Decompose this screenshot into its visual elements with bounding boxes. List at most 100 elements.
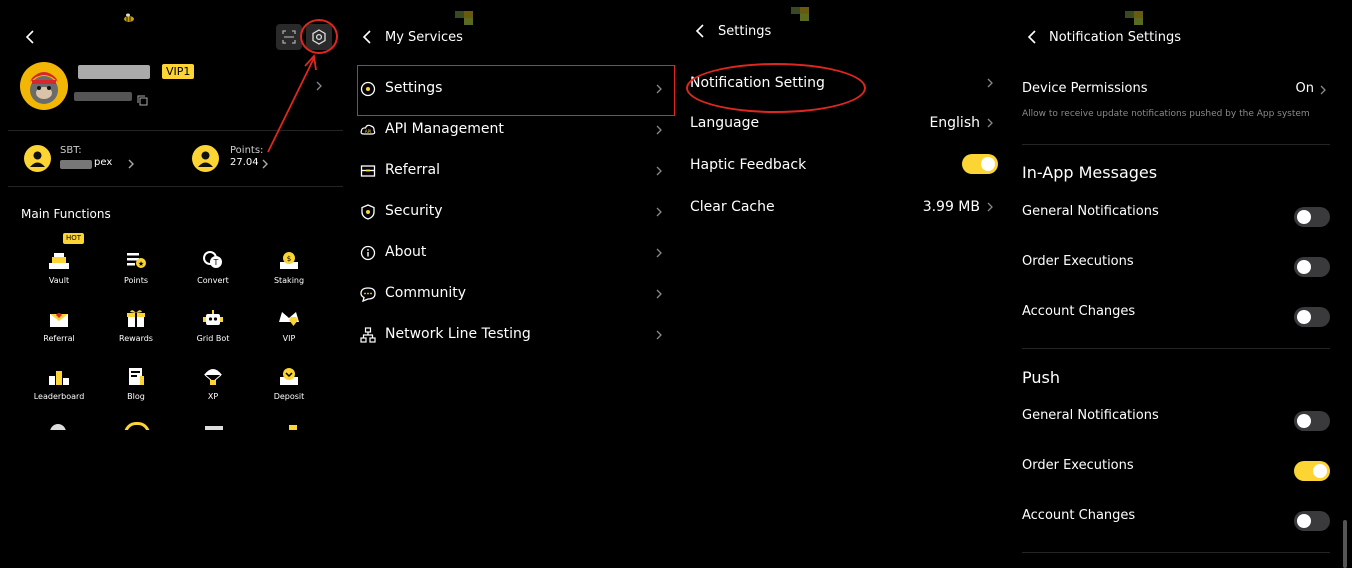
function-referral[interactable]: Referral [29, 308, 89, 343]
staking-icon: $ [278, 250, 300, 270]
document-icon [125, 366, 147, 386]
svg-text:$: $ [287, 255, 291, 263]
in-app-general-notifications-row: General Notifications [1008, 202, 1352, 238]
chevron-right-icon [654, 166, 664, 176]
function-staking[interactable]: $ Staking [259, 250, 319, 285]
function-vip[interactable]: VIP [259, 308, 319, 343]
device-permissions-description: Allow to receive update notifications pu… [1022, 109, 1310, 119]
clear-cache-label: Clear Cache [690, 199, 775, 215]
function-xp[interactable]: XP [183, 366, 243, 401]
svg-text:★: ★ [138, 260, 144, 268]
chevron-right-icon [654, 330, 664, 340]
in-app-account-changes-row: Account Changes [1008, 302, 1352, 338]
chevron-right-icon [654, 207, 664, 217]
function-deposit[interactable]: Deposit [259, 366, 319, 401]
clear-cache-row[interactable]: Clear Cache 3.99 MB [676, 190, 1008, 224]
pixel-decoration [791, 7, 809, 21]
service-item-referral[interactable]: Referral [343, 154, 676, 188]
parachute-icon [202, 366, 224, 386]
notification-settings-panel: Notification Settings Device Permissions… [1008, 0, 1352, 568]
chevron-right-icon [654, 289, 664, 299]
function-vault[interactable]: Vault [29, 250, 89, 285]
convert-icon: T [202, 250, 224, 270]
function-leaderboard[interactable]: Leaderboard [29, 366, 89, 401]
profile-panel: VIP1 SBT: pex Points: 27.04 Main Functio… [0, 0, 343, 568]
gift-icon [125, 308, 147, 328]
service-item-security[interactable]: Security [343, 195, 676, 229]
in-app-divider [1022, 348, 1330, 349]
push-account-changes-toggle[interactable] [1294, 511, 1330, 531]
in-app-account-changes-toggle[interactable] [1294, 307, 1330, 327]
scrollbar[interactable] [1343, 520, 1347, 568]
notification-label: General Notifications [1022, 204, 1159, 219]
function-label: VIP [282, 334, 296, 343]
chevron-right-icon [654, 248, 664, 258]
push-divider [1022, 552, 1330, 553]
back-icon[interactable] [1026, 30, 1040, 44]
service-item-label: API Management [385, 121, 504, 137]
language-label: Language [690, 115, 760, 131]
haptic-feedback-row: Haptic Feedback [676, 148, 1008, 182]
function-points[interactable]: ★ Points [106, 250, 166, 285]
chevron-right-icon [985, 202, 995, 212]
service-item-community[interactable]: Community [343, 277, 676, 311]
push-title: Push [1022, 368, 1060, 387]
hot-badge: HOT [63, 233, 85, 244]
language-row[interactable]: Language English [676, 106, 1008, 140]
function-label: Leaderboard [33, 392, 85, 401]
in-app-general-notifications-toggle[interactable] [1294, 207, 1330, 227]
settings-panel: Settings Notification Setting Language E… [676, 0, 1008, 568]
svg-text:API: API [365, 129, 371, 134]
device-permissions-label: Device Permissions [1022, 81, 1148, 96]
push-account-changes-row: Account Changes [1008, 506, 1352, 542]
notification-label: General Notifications [1022, 408, 1159, 423]
more-functions-row [0, 422, 343, 430]
service-item-label: About [385, 244, 427, 260]
function-blog[interactable]: Blog [106, 366, 166, 401]
referral-icon [48, 308, 70, 328]
network-icon [360, 327, 376, 343]
info-icon [360, 245, 376, 261]
back-icon[interactable] [694, 24, 708, 38]
service-item-label: Security [385, 203, 443, 219]
svg-text:T: T [213, 258, 219, 267]
chat-icon [360, 286, 376, 302]
function-label: XP [207, 392, 219, 401]
shield-icon [360, 204, 376, 220]
page-title: My Services [385, 30, 463, 45]
haptic-feedback-toggle[interactable] [962, 154, 998, 174]
points-icon: ★ [125, 250, 147, 270]
push-order-executions-row: Order Executions [1008, 456, 1352, 492]
function-label: Points [123, 276, 149, 285]
function-convert[interactable]: T Convert [183, 250, 243, 285]
function-label: Blog [127, 392, 145, 401]
service-item-about[interactable]: About [343, 236, 676, 270]
notification-label: Account Changes [1022, 508, 1136, 523]
function-label: Grid Bot [196, 334, 230, 343]
push-order-executions-toggle[interactable] [1294, 461, 1330, 481]
crown-icon [278, 308, 300, 328]
function-label: Rewards [119, 334, 153, 343]
device-permissions-row[interactable]: Device Permissions On Allow to receive u… [1008, 78, 1352, 136]
settings-highlight-box [357, 65, 675, 116]
service-item-api-management[interactable]: API API Management [343, 113, 676, 147]
push-general-notifications-row: General Notifications [1008, 406, 1352, 442]
service-item-network-line-testing[interactable]: Network Line Testing [343, 318, 676, 352]
page-title: Settings [718, 24, 772, 39]
back-icon[interactable] [361, 30, 375, 44]
service-item-label: Community [385, 285, 467, 301]
device-permissions-divider [1022, 144, 1330, 145]
function-grid-bot[interactable]: Grid Bot [183, 308, 243, 343]
cache-size-value: 3.99 MB [922, 199, 980, 215]
haptic-feedback-label: Haptic Feedback [690, 157, 807, 173]
chevron-right-icon [654, 125, 664, 135]
deposit-icon [278, 366, 300, 386]
cloud-api-icon: API [360, 122, 376, 138]
podium-icon [48, 366, 70, 386]
push-general-notifications-toggle[interactable] [1294, 411, 1330, 431]
in-app-order-executions-toggle[interactable] [1294, 257, 1330, 277]
function-rewards[interactable]: Rewards [106, 308, 166, 343]
device-permissions-value: On [1295, 81, 1314, 96]
page-title: Notification Settings [1049, 30, 1182, 45]
notification-label: Order Executions [1022, 458, 1134, 473]
